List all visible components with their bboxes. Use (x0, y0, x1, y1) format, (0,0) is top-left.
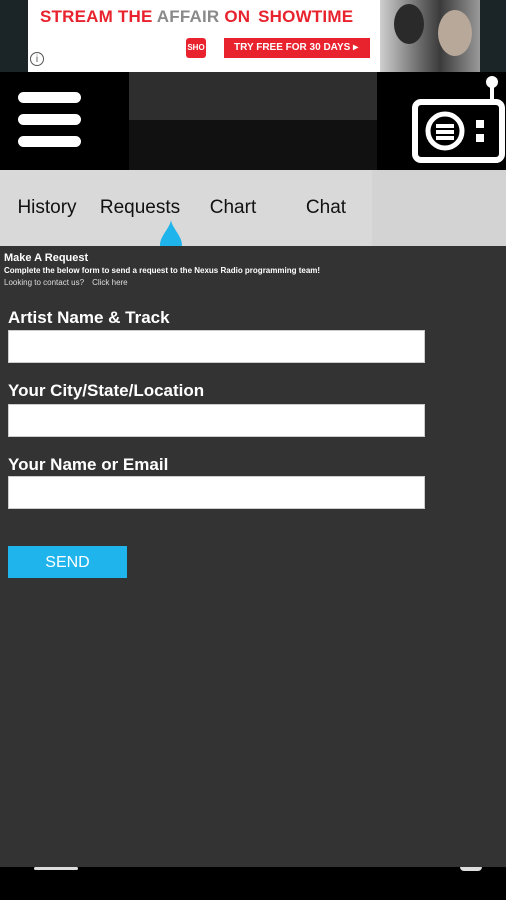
ad-headline: STREAM THE AFFAIR ON SHOWTIME (40, 7, 353, 27)
contact-prompt: Looking to contact us? Click here (4, 278, 128, 287)
artist-track-input[interactable] (8, 330, 425, 363)
tab-history[interactable]: History (8, 170, 86, 246)
radio-icon[interactable] (378, 72, 506, 170)
name-email-input[interactable] (8, 476, 425, 509)
ad-photo (380, 0, 480, 72)
tab-bar: History Requests Chart Chat (0, 170, 506, 246)
app-header (0, 72, 506, 170)
request-form-panel: Make A Request Complete the below form t… (0, 246, 506, 867)
ad-brand: SHOWTIME (258, 7, 354, 26)
ad-banner-strip: STREAM THE AFFAIR ON SHOWTIME SHO TRY FR… (0, 0, 506, 72)
ad-headline-text-2: AFFAIR (156, 7, 220, 26)
ad-headline-text-1: STREAM THE (40, 7, 157, 26)
tab-chat[interactable]: Chat (290, 170, 362, 246)
hamburger-menu-icon[interactable] (0, 72, 129, 170)
ad-banner[interactable]: STREAM THE AFFAIR ON SHOWTIME SHO TRY FR… (28, 0, 480, 72)
name-email-label: Your Name or Email (8, 455, 169, 474)
request-title: Make A Request (4, 252, 89, 264)
ad-info-icon[interactable]: i (30, 52, 44, 66)
header-title-area (129, 72, 377, 120)
showtime-logo-icon: SHO (186, 38, 206, 58)
nav-back-icon[interactable] (34, 867, 78, 870)
system-nav-bar (0, 867, 506, 900)
contact-link[interactable]: Click here (92, 278, 128, 287)
nav-home-icon[interactable] (460, 867, 482, 871)
location-input[interactable] (8, 404, 425, 437)
request-description: Complete the below form to send a reques… (4, 266, 321, 275)
location-label: Your City/State/Location (8, 381, 205, 400)
ad-headline-text-3: ON (219, 7, 256, 26)
send-button[interactable]: SEND (8, 546, 127, 578)
header-subtitle-area (129, 120, 377, 170)
ad-cta-button[interactable]: TRY FREE FOR 30 DAYS ▸ (224, 38, 370, 58)
artist-track-label: Artist Name & Track (8, 308, 170, 327)
contact-prompt-text: Looking to contact us? (4, 278, 85, 287)
tab-chart[interactable]: Chart (196, 170, 270, 246)
